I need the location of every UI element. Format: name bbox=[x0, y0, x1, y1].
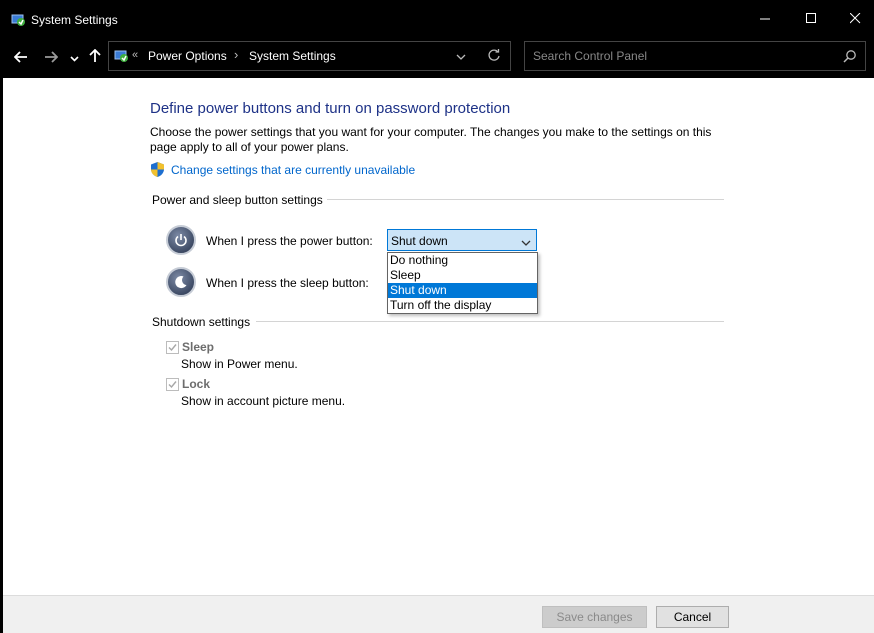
section-title-power-sleep: Power and sleep button settings bbox=[152, 193, 323, 207]
sleep-checkbox[interactable] bbox=[166, 341, 179, 354]
maximize-icon bbox=[805, 13, 817, 27]
search-input[interactable]: Search Control Panel bbox=[533, 49, 647, 63]
recent-locations-button[interactable] bbox=[68, 48, 80, 68]
back-button[interactable] bbox=[12, 48, 30, 68]
uac-shield-icon bbox=[150, 161, 165, 181]
lock-checkbox[interactable] bbox=[166, 378, 179, 391]
section-divider bbox=[327, 199, 724, 200]
lock-checkbox-label: Lock bbox=[182, 377, 211, 391]
maximize-button[interactable] bbox=[788, 0, 834, 40]
power-button-icon bbox=[166, 225, 196, 255]
address-history-chevron-icon[interactable] bbox=[456, 50, 466, 64]
minimize-icon bbox=[759, 13, 771, 27]
content-pane bbox=[3, 78, 874, 595]
cancel-button[interactable]: Cancel bbox=[656, 606, 729, 628]
footer-bar bbox=[3, 596, 874, 633]
power-button-label: When I press the power button: bbox=[206, 234, 373, 248]
checkmark-icon bbox=[168, 381, 177, 389]
control-panel-icon bbox=[10, 12, 26, 28]
up-button[interactable] bbox=[87, 47, 103, 67]
up-arrow-icon bbox=[89, 48, 101, 66]
power-button-action-select[interactable]: Shut down bbox=[387, 229, 537, 251]
window-title: System Settings bbox=[31, 13, 118, 27]
breadcrumb-power-options[interactable]: Power Options bbox=[148, 49, 227, 63]
checkmark-icon bbox=[168, 344, 177, 352]
sleep-checkbox-label: Sleep bbox=[182, 340, 215, 354]
refresh-icon[interactable] bbox=[487, 48, 501, 65]
minimize-button[interactable] bbox=[742, 0, 788, 40]
breadcrumb-separator: « bbox=[132, 49, 139, 61]
section-title-shutdown: Shutdown settings bbox=[152, 315, 251, 329]
close-icon bbox=[849, 12, 861, 27]
lock-checkbox-description: Show in account picture menu. bbox=[181, 394, 346, 408]
page-title: Define power buttons and turn on passwor… bbox=[150, 100, 511, 117]
power-action-dropdown-list: Do nothing Sleep Shut down Turn off the … bbox=[387, 252, 538, 314]
close-button[interactable] bbox=[832, 0, 874, 40]
control-panel-icon bbox=[113, 48, 129, 67]
forward-arrow-icon bbox=[44, 50, 59, 66]
breadcrumb-separator: › bbox=[234, 47, 239, 62]
sleep-button-label: When I press the sleep button: bbox=[206, 276, 369, 290]
option-turn-off-display[interactable]: Turn off the display bbox=[388, 298, 537, 313]
sleep-button-icon bbox=[166, 267, 196, 297]
search-box[interactable]: Search Control Panel bbox=[524, 41, 866, 71]
address-bar[interactable]: « Power Options › System Settings bbox=[108, 41, 511, 71]
forward-button[interactable] bbox=[42, 48, 60, 68]
option-shut-down[interactable]: Shut down bbox=[388, 283, 537, 298]
power-button-action-value: Shut down bbox=[391, 234, 448, 248]
search-icon bbox=[843, 49, 857, 66]
breadcrumb-system-settings[interactable]: System Settings bbox=[249, 49, 336, 63]
option-do-nothing[interactable]: Do nothing bbox=[388, 253, 537, 268]
chevron-down-icon bbox=[521, 236, 531, 250]
page-description: Choose the power settings that you want … bbox=[150, 125, 712, 154]
save-changes-button[interactable]: Save changes bbox=[542, 606, 647, 628]
sleep-checkbox-description: Show in Power menu. bbox=[181, 357, 298, 371]
chevron-down-icon bbox=[69, 51, 79, 65]
option-sleep[interactable]: Sleep bbox=[388, 268, 537, 283]
back-arrow-icon bbox=[13, 50, 28, 66]
title-bar: System Settings bbox=[0, 0, 874, 40]
section-divider bbox=[256, 321, 724, 322]
change-unavailable-settings-link[interactable]: Change settings that are currently unava… bbox=[171, 163, 415, 177]
